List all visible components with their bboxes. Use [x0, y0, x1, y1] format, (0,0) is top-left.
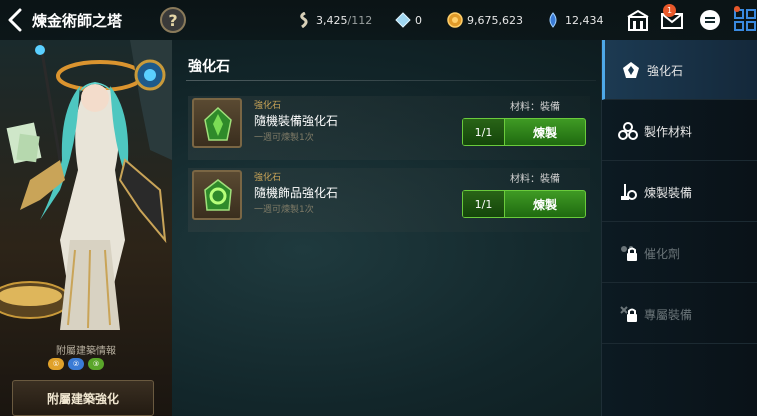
recipe-row[interactable]: 強化石 隨機裝備強化石 一週可煉製1次 材料：裝備 1/1 煉製 — [188, 96, 590, 160]
crystal-icon — [395, 12, 411, 28]
gold-coin-icon — [447, 12, 463, 28]
tab-label: 強化石 — [647, 64, 684, 78]
green-enhance-stone-icon — [204, 106, 232, 141]
exclusive-equipment-icon — [620, 306, 637, 322]
back-arrow-icon[interactable] — [6, 8, 24, 32]
help-button[interactable]: ? — [160, 7, 186, 33]
tab-exclusive-equipment[interactable]: 專屬裝備 — [602, 284, 757, 344]
craft-label: 煉製 — [532, 197, 557, 212]
alchemist-character-illustration — [0, 40, 172, 330]
chat-icon[interactable] — [698, 8, 722, 32]
gold-resource[interactable]: 9,675,623 — [447, 12, 523, 28]
guild-icon[interactable] — [626, 8, 650, 32]
recipe-list-panel: 強化石 強化石 隨機裝備強化石 一週可煉製1次 材料：裝備 1/1 煉製 強化石… — [178, 40, 600, 416]
item-category: 強化石 — [254, 101, 282, 111]
menu-notification-dot — [734, 6, 740, 12]
item-name: 隨機裝備強化石 — [254, 114, 339, 128]
stamina-resource[interactable]: 3,425 /112 — [296, 12, 372, 28]
catalyst-icon — [621, 246, 637, 261]
character-panel: 附屬建築情報 ① ② ③ 附屬建築強化 — [0, 40, 172, 416]
building-info-label: 附屬建築情報 — [56, 346, 116, 357]
gold-value: 9,675,623 — [467, 13, 523, 27]
item-slot[interactable] — [192, 170, 242, 220]
gem-value: 12,434 — [565, 13, 604, 27]
item-slot[interactable] — [192, 98, 242, 148]
material-label: 材料：裝備 — [510, 174, 560, 185]
craft-label: 煉製 — [532, 125, 557, 140]
tab-label: 專屬裝備 — [644, 308, 693, 322]
gem-icon — [549, 12, 557, 28]
section-title: 強化石 — [188, 59, 230, 75]
tab-label: 煉製裝備 — [644, 186, 693, 200]
recipe-row[interactable]: 強化石 隨機飾品強化石 一週可煉製1次 材料：裝備 1/1 煉製 — [188, 168, 590, 232]
craft-count: 1/1 — [463, 119, 505, 145]
tab-catalyst[interactable]: 催化劑 — [602, 223, 757, 283]
building-level-dots: ① ② ③ — [48, 358, 104, 370]
tab-label: 製作材料 — [644, 125, 693, 139]
game-screen: 附屬建築情報 ① ② ③ 附屬建築強化 煉金術師之塔 ? 3,425 /112 … — [0, 0, 757, 416]
green-accessory-stone-icon — [204, 179, 232, 211]
gem-resource[interactable]: 12,434 — [545, 12, 604, 28]
craft-button[interactable]: 1/1 煉製 — [462, 118, 586, 146]
item-craft-limit: 一週可煉製1次 — [254, 205, 314, 215]
craft-count: 1/1 — [463, 191, 505, 217]
stamina-icon — [300, 12, 308, 28]
craft-equipment-icon — [621, 184, 637, 200]
page-title: 煉金術師之塔 — [32, 12, 123, 30]
item-name: 隨機飾品強化石 — [254, 186, 339, 200]
stamina-value: 3,425 — [316, 13, 348, 27]
item-craft-limit: 一週可煉製1次 — [254, 133, 314, 143]
category-tabs: 強化石 製作材料 煉製裝備 催化劑 專屬裝備 — [601, 40, 757, 416]
level-dot-3[interactable]: ③ — [88, 358, 104, 370]
tab-craft-equipment[interactable]: 煉製裝備 — [602, 162, 757, 222]
level-dot-1[interactable]: ① — [48, 358, 64, 370]
craft-button[interactable]: 1/1 煉製 — [462, 190, 586, 218]
crystal-value: 0 — [415, 13, 422, 27]
level-dot-2[interactable]: ② — [68, 358, 84, 370]
materials-icon — [618, 122, 638, 140]
building-enhance-button[interactable]: 附屬建築強化 — [12, 380, 154, 416]
tab-label: 催化劑 — [644, 247, 681, 261]
item-category: 強化石 — [254, 173, 282, 183]
enhance-stone-icon — [623, 62, 639, 78]
top-bar: 煉金術師之塔 ? 3,425 /112 0 9,675,623 12,434 1 — [0, 0, 757, 40]
tab-materials[interactable]: 製作材料 — [602, 101, 757, 161]
tab-enhance-stone[interactable]: 強化石 — [602, 40, 757, 100]
section-divider — [186, 80, 596, 81]
material-label: 材料：裝備 — [510, 102, 560, 113]
crystal-resource[interactable]: 0 — [395, 12, 422, 28]
mail-badge: 1 — [663, 4, 676, 17]
stamina-max: /112 — [347, 13, 373, 27]
